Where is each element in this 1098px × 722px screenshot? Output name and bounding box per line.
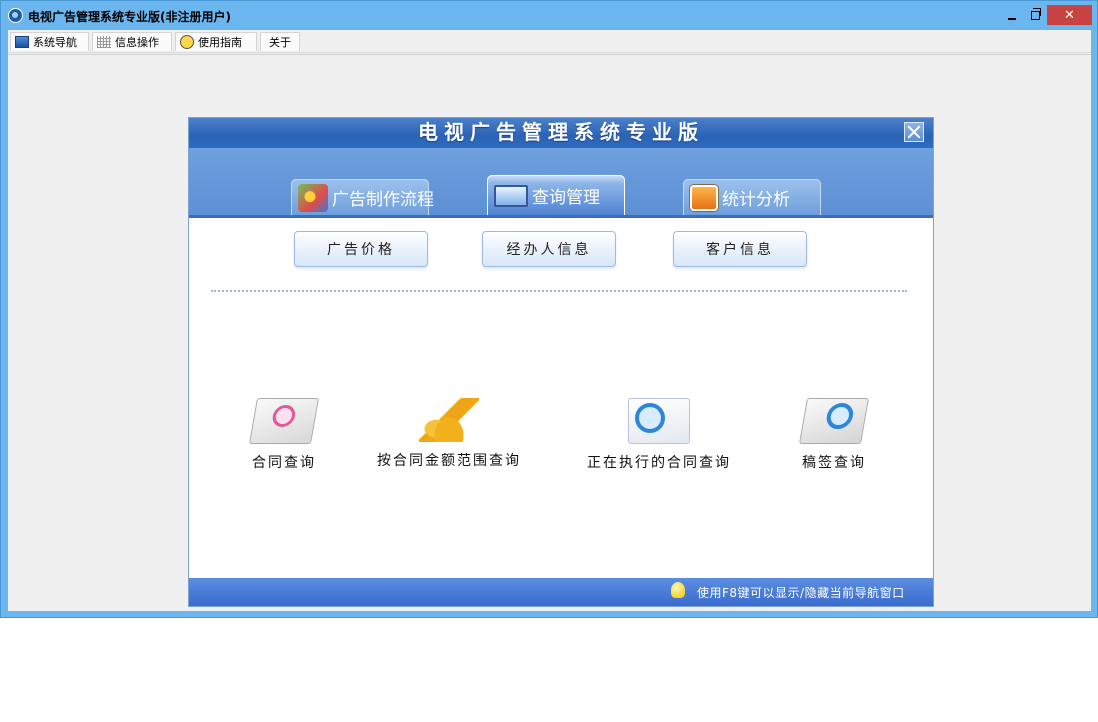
draft-search-icon [798, 398, 870, 444]
tab-query-management[interactable]: 查询管理 [487, 175, 625, 215]
amount-range-query-item[interactable]: 按合同金额范围查询 [369, 398, 529, 470]
navigation-icon [15, 36, 29, 48]
tab-strip: 广告制作流程 查询管理 统计分析 [189, 148, 933, 218]
menu-label: 关于 [269, 36, 291, 49]
draft-query-item[interactable]: 稿签查询 [789, 398, 879, 472]
menu-bar: 系统导航 信息操作 使用指南 关于 [8, 30, 1091, 53]
tab-label: 统计分析 [722, 190, 790, 210]
customer-info-button[interactable]: 客户信息 [673, 231, 807, 267]
restore-icon [1030, 7, 1041, 20]
dotted-divider [211, 290, 907, 292]
toolbar-divider [8, 54, 1091, 55]
active-contract-query-item[interactable]: 正在执行的合同查询 [579, 398, 739, 472]
book-search-icon [628, 398, 690, 444]
panel-footer: 使用F8键可以显示/隐藏当前导航窗口 [189, 578, 933, 606]
menu-label: 使用指南 [198, 36, 242, 49]
navigation-panel: 电视广告管理系统专业版 广告制作流程 查询管理 统计分析 广告价格 经办人信息 [188, 117, 934, 607]
menu-label: 系统导航 [33, 36, 77, 49]
tab-ad-workflow[interactable]: 广告制作流程 [291, 179, 434, 215]
rss-folder-icon [690, 184, 718, 211]
menu-info-operation[interactable]: 信息操作 [92, 32, 172, 51]
panel-header: 电视广告管理系统专业版 [189, 118, 933, 148]
client-area: 系统导航 信息操作 使用指南 关于 电视广告管理系统专业版 广告制作流程 查询管… [8, 30, 1091, 611]
app-window: 电视广告管理系统专业版(非注册用户) ✕ 系统导航 信息操作 使用指南 关于 电… [0, 0, 1098, 618]
app-logo-icon [8, 8, 23, 23]
minimize-button[interactable] [1001, 5, 1023, 25]
feature-label: 按合同金额范围查询 [377, 453, 521, 469]
menu-system-navigation[interactable]: 系统导航 [10, 32, 89, 51]
panel-title: 电视广告管理系统专业版 [418, 120, 704, 144]
tab-label: 广告制作流程 [332, 190, 434, 210]
contract-search-icon [248, 398, 320, 444]
menu-user-guide[interactable]: 使用指南 [175, 32, 257, 51]
guide-icon [180, 35, 194, 49]
contract-query-item[interactable]: 合同查询 [244, 398, 324, 472]
restore-button[interactable] [1024, 5, 1046, 25]
tab-label: 查询管理 [532, 188, 600, 208]
workflow-icon [298, 183, 328, 212]
footer-tip: 使用F8键可以显示/隐藏当前导航窗口 [697, 586, 905, 600]
menu-about[interactable]: 关于 [260, 32, 300, 51]
feature-label: 正在执行的合同查询 [587, 455, 731, 471]
panel-close-button[interactable] [904, 122, 924, 142]
window-title: 电视广告管理系统专业版(非注册用户) [28, 10, 231, 24]
feature-label: 合同查询 [252, 455, 316, 471]
close-button[interactable]: ✕ [1047, 5, 1092, 25]
monitor-icon [494, 184, 528, 207]
menu-label: 信息操作 [115, 36, 159, 49]
title-bar[interactable]: 电视广告管理系统专业版(非注册用户) ✕ [1, 1, 1097, 30]
lightbulb-icon [671, 582, 685, 598]
feature-label: 稿签查询 [802, 455, 866, 471]
tab-statistics[interactable]: 统计分析 [683, 179, 821, 215]
ad-price-button[interactable]: 广告价格 [294, 231, 428, 267]
coins-icon [419, 398, 479, 442]
handler-info-button[interactable]: 经办人信息 [482, 231, 616, 267]
grid-icon [97, 36, 111, 48]
